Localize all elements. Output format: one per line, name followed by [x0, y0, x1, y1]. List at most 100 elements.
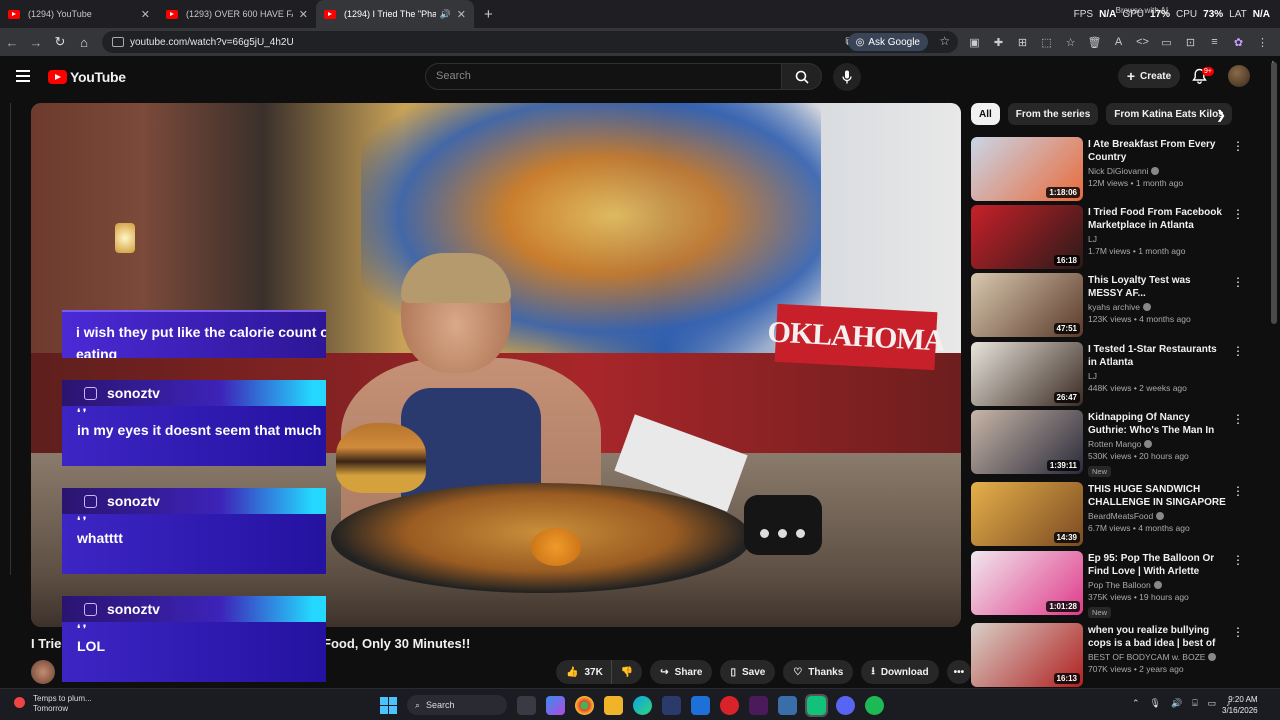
weather-widget[interactable]: Temps to plum... Tomorrow [14, 694, 92, 714]
hamburger-menu-icon[interactable] [16, 70, 30, 85]
video-thumbnail[interactable]: 16:13 [971, 623, 1083, 687]
channel-name[interactable]: Pop The Balloon [1088, 580, 1151, 590]
video-title[interactable]: I Tried Food From Facebook Marketplace i… [1088, 206, 1228, 232]
recommended-video[interactable]: 1:01:28 Ep 95: Pop The Balloon Or Find Lo… [971, 551, 1244, 618]
app-purple-icon[interactable] [749, 695, 768, 715]
translate-icon[interactable]: A [1110, 34, 1127, 51]
share-button[interactable]: ↪ Share [650, 660, 713, 684]
battery-icon[interactable]: ▭ [1208, 698, 1217, 709]
voice-search-button[interactable] [833, 63, 861, 91]
video-thumbnail[interactable]: 1:01:28 [971, 551, 1083, 615]
more-options-icon[interactable]: ⋮ [1232, 412, 1244, 426]
screenshot-icon[interactable]: ⊡ [1182, 34, 1199, 51]
save-button[interactable]: ▯ Save [720, 660, 776, 684]
channel-avatar[interactable] [31, 660, 55, 684]
video-title[interactable]: I Tested 1-Star Restaurants in Atlanta [1088, 343, 1228, 369]
recommended-video[interactable]: 47:51 This Loyalty Test was MESSY AF... ky… [971, 273, 1244, 337]
chip-all[interactable]: All [971, 103, 1000, 125]
channel-name[interactable]: Nick DiGiovanni [1088, 166, 1148, 176]
video-title[interactable]: Kidnapping Of Nancy Guthrie: Who's The M… [1088, 411, 1228, 437]
recommended-video[interactable]: 26:47 I Tested 1-Star Restaurants in Atla… [971, 342, 1244, 406]
close-tab-icon[interactable]: ✕ [141, 8, 150, 21]
close-tab-icon[interactable]: ✕ [299, 8, 308, 21]
thanks-button[interactable]: ♡ Thanks [783, 660, 854, 684]
close-tab-icon[interactable]: ✕ [457, 8, 466, 21]
forward-icon[interactable]: → [24, 35, 48, 50]
search-button[interactable] [781, 63, 822, 90]
profile-icon[interactable]: ✿ [1230, 34, 1247, 51]
create-button[interactable]: + Create [1118, 64, 1180, 88]
more-options-icon[interactable]: ⋮ [1232, 484, 1244, 498]
taskbar-search[interactable]: ⌕ Search [407, 695, 507, 715]
copilot-icon[interactable] [546, 695, 565, 715]
network-icon[interactable]: ⌸ [1192, 698, 1197, 709]
video-title[interactable]: Ep 95: Pop The Balloon Or Find Love | Wi… [1088, 552, 1228, 578]
trash-icon[interactable]: 🗑 [1086, 34, 1103, 51]
taskbar-clock[interactable]: 9:20 AM 3/16/2026 [1222, 694, 1258, 716]
menu-kebab-icon[interactable]: ⋮ [1254, 34, 1271, 51]
video-title[interactable]: I Ate Breakfast From Every Country [1088, 138, 1228, 164]
browser-tab-1[interactable]: (1294) YouTube ✕ [0, 0, 158, 28]
home-icon[interactable]: ⌂ [72, 35, 96, 50]
account-avatar[interactable] [1228, 65, 1250, 87]
recommended-video[interactable]: 16:13 when you realize bullying cops is a… [971, 623, 1244, 687]
video-thumbnail[interactable]: 26:47 [971, 342, 1083, 406]
bookmarks-icon[interactable]: ☆ [1062, 34, 1079, 51]
channel-name[interactable]: Rotten Mango [1088, 439, 1141, 449]
more-options-icon[interactable]: ⋮ [1232, 553, 1244, 567]
video-thumbnail[interactable]: 1:39:11 [971, 410, 1083, 474]
dislike-button[interactable]: 👎 [611, 660, 643, 684]
ask-google-button[interactable]: ◎ Ask Google [847, 33, 928, 51]
page-scrollbar[interactable] [1271, 62, 1277, 324]
edge-icon[interactable] [633, 695, 652, 715]
sidebar-icon[interactable]: ▣ [966, 34, 983, 51]
more-actions-button[interactable]: ••• [946, 660, 972, 684]
channel-name[interactable]: LJ [1088, 371, 1097, 381]
app-red-icon[interactable] [720, 695, 739, 715]
microphone-tray-icon[interactable]: 🎙 [1150, 698, 1161, 709]
chip-from-channel[interactable]: From Katina Eats Kilos [1106, 103, 1232, 125]
speaker-icon[interactable]: 🔊 [440, 9, 451, 20]
tray-overflow-icon[interactable]: ⌃ [1132, 698, 1140, 709]
video-thumbnail[interactable]: 1:18:06 [971, 137, 1083, 201]
youtube-logo[interactable]: YouTube [48, 69, 126, 85]
chrome-icon[interactable] [575, 695, 594, 715]
bookmark-star-icon[interactable]: ☆ [939, 34, 950, 48]
search-input[interactable]: Search [425, 63, 781, 90]
recommended-video[interactable]: 1:18:06 I Ate Breakfast From Every Countr… [971, 137, 1244, 201]
chevron-right-icon[interactable]: ❯ [1216, 108, 1226, 122]
widget-icon[interactable] [517, 695, 536, 715]
volume-icon[interactable]: 🔊 [1171, 698, 1182, 709]
channel-name[interactable]: kyahs archive [1088, 302, 1140, 312]
windows-start-icon[interactable] [380, 696, 397, 714]
photos-icon[interactable] [778, 695, 797, 715]
spotify-icon[interactable] [865, 695, 884, 715]
video-title[interactable]: when you realize bullying cops is a bad … [1088, 624, 1228, 650]
reading-list-icon[interactable]: ≡ [1206, 34, 1223, 51]
video-thumbnail[interactable]: 47:51 [971, 273, 1083, 337]
mail-icon[interactable] [691, 695, 710, 715]
reload-icon[interactable]: ↻ [48, 34, 72, 50]
tab-search-icon[interactable]: ⊞ [1014, 34, 1031, 51]
channel-name[interactable]: LJ [1088, 234, 1097, 244]
recommended-video[interactable]: 1:39:11 Kidnapping Of Nancy Guthrie: Who'… [971, 410, 1244, 477]
new-tab-button[interactable]: + [484, 6, 493, 23]
site-info-icon[interactable] [112, 37, 124, 47]
video-thumbnail[interactable]: 16:18 [971, 205, 1083, 269]
download-button[interactable]: ⭳ Download [861, 660, 939, 684]
address-bar[interactable]: youtube.com/watch?v=66g5jU_4h2U ⧉ ◎ Ask … [102, 31, 958, 53]
back-icon[interactable]: ← [0, 35, 24, 50]
file-explorer-icon[interactable] [604, 695, 623, 715]
more-options-icon[interactable]: ⋮ [1232, 625, 1244, 639]
more-options-icon[interactable]: ⋮ [1232, 139, 1244, 153]
discord-icon[interactable] [836, 695, 855, 715]
browser-tab-3-active[interactable]: (1294) I Tried The "Phat Boy 🔊 ✕ [316, 0, 474, 28]
like-button[interactable]: 👍 37K [556, 660, 612, 684]
browser-tab-2[interactable]: (1293) OVER 600 HAVE FAILED ✕ [158, 0, 316, 28]
channel-name[interactable]: BeardMeatsFood [1088, 511, 1153, 521]
security-shield-icon[interactable] [662, 695, 681, 715]
more-options-icon[interactable]: ⋮ [1232, 275, 1244, 289]
more-options-icon[interactable]: ⋮ [1232, 207, 1244, 221]
puzzle-icon[interactable]: ✚ [990, 34, 1007, 51]
video-thumbnail[interactable]: 14:39 [971, 482, 1083, 546]
